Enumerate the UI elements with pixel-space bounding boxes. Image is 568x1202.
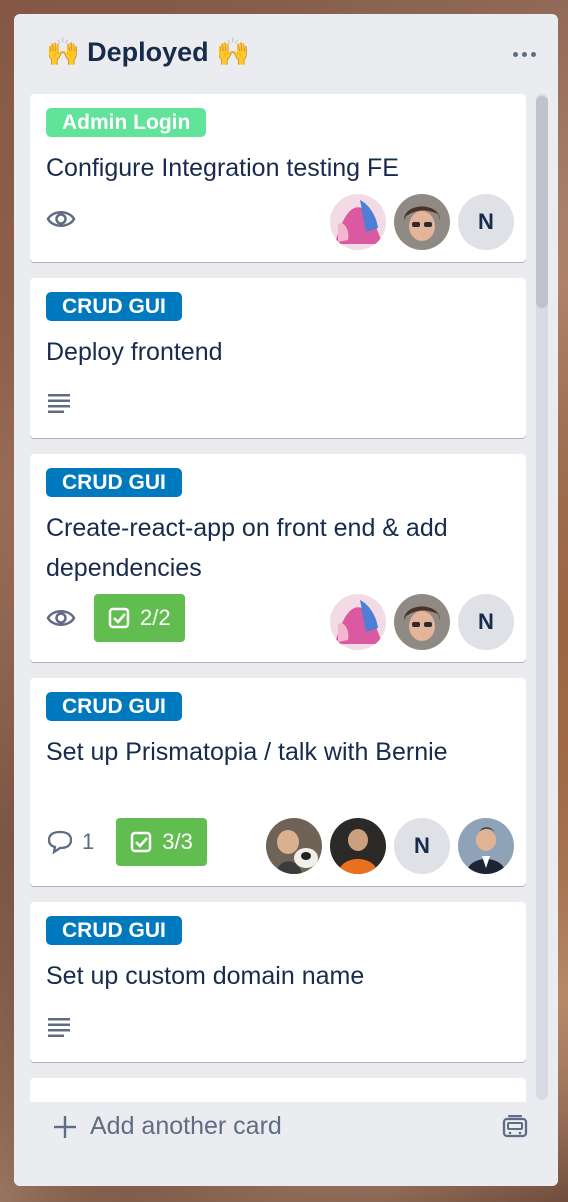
card-label[interactable]: CRUD GUI	[46, 292, 182, 321]
card-badges: 1 3/3	[46, 818, 207, 866]
card[interactable]: CRUD GUI Set up Prismatopia / talk with …	[30, 678, 526, 886]
card-badges: 2/2	[46, 594, 185, 642]
avatar[interactable]	[394, 194, 450, 250]
card-template-icon[interactable]	[500, 1112, 530, 1142]
avatar[interactable]	[330, 594, 386, 650]
checklist-count: 3/3	[162, 829, 193, 854]
card-members: N	[330, 194, 514, 250]
eye-icon	[46, 208, 76, 230]
card-members: N	[266, 818, 514, 874]
card[interactable]: CRUD GUI Set up custom domain name	[30, 902, 526, 1062]
add-card-button[interactable]: Add another card	[52, 1112, 282, 1141]
card-badges	[46, 1012, 72, 1042]
comment-icon	[46, 829, 74, 855]
card-badges	[46, 204, 76, 234]
comment-count: 1	[82, 829, 95, 854]
description-icon	[46, 1016, 72, 1038]
plus-icon	[52, 1114, 78, 1140]
checkbox-icon	[130, 831, 152, 853]
avatar[interactable]: N	[394, 818, 450, 874]
add-card-label: Add another card	[90, 1112, 282, 1140]
card-badges	[46, 388, 72, 418]
avatar-initial: N	[478, 609, 494, 634]
scrollbar-thumb[interactable]	[536, 96, 548, 308]
checklist-badge: 3/3	[116, 818, 207, 866]
avatar[interactable]	[266, 818, 322, 874]
card-title: Set up custom domain name	[46, 962, 365, 990]
checklist-count: 2/2	[140, 605, 171, 630]
card[interactable]: CRUD GUI Create-react-app on front end &…	[30, 454, 526, 662]
checkbox-icon	[108, 607, 130, 629]
avatar[interactable]: N	[458, 594, 514, 650]
card-title: Create-react-app on front end & add depe…	[46, 514, 448, 582]
list-deployed: 🙌 Deployed 🙌 Admin Login Configure Integ…	[14, 14, 558, 1186]
description-icon	[46, 392, 72, 414]
card[interactable]: Admin Login Configure Integration testin…	[30, 94, 526, 262]
avatar-initial: N	[414, 833, 430, 858]
avatar[interactable]	[458, 818, 514, 874]
list-header[interactable]: 🙌 Deployed 🙌	[14, 14, 558, 94]
dot-icon	[521, 51, 527, 57]
card-title: Deploy frontend	[46, 338, 223, 366]
card-label[interactable]: CRUD GUI	[46, 692, 182, 721]
eye-icon	[46, 607, 76, 629]
scrollbar[interactable]	[536, 94, 548, 1100]
card-members: N	[330, 594, 514, 650]
card-label[interactable]: CRUD GUI	[46, 468, 182, 497]
card-list[interactable]: Admin Login Configure Integration testin…	[14, 94, 558, 1114]
card-label[interactable]: Admin Login	[46, 108, 207, 137]
avatar[interactable]	[330, 818, 386, 874]
dot-icon	[512, 51, 518, 57]
card-label[interactable]: CRUD GUI	[46, 916, 182, 945]
list-title[interactable]: 🙌 Deployed 🙌	[46, 36, 250, 68]
card[interactable]: CRUD GUI Deploy frontend	[30, 278, 526, 438]
list-menu-button[interactable]	[504, 38, 544, 70]
avatar[interactable]	[330, 194, 386, 250]
card-title: Set up Prismatopia / talk with Bernie	[46, 738, 448, 766]
list-footer: Add another card	[14, 1102, 558, 1186]
dot-icon	[530, 51, 536, 57]
avatar[interactable]	[394, 594, 450, 650]
avatar-initial: N	[478, 209, 494, 234]
avatar[interactable]: N	[458, 194, 514, 250]
checklist-badge: 2/2	[94, 594, 185, 642]
card-title: Configure Integration testing FE	[46, 154, 399, 182]
